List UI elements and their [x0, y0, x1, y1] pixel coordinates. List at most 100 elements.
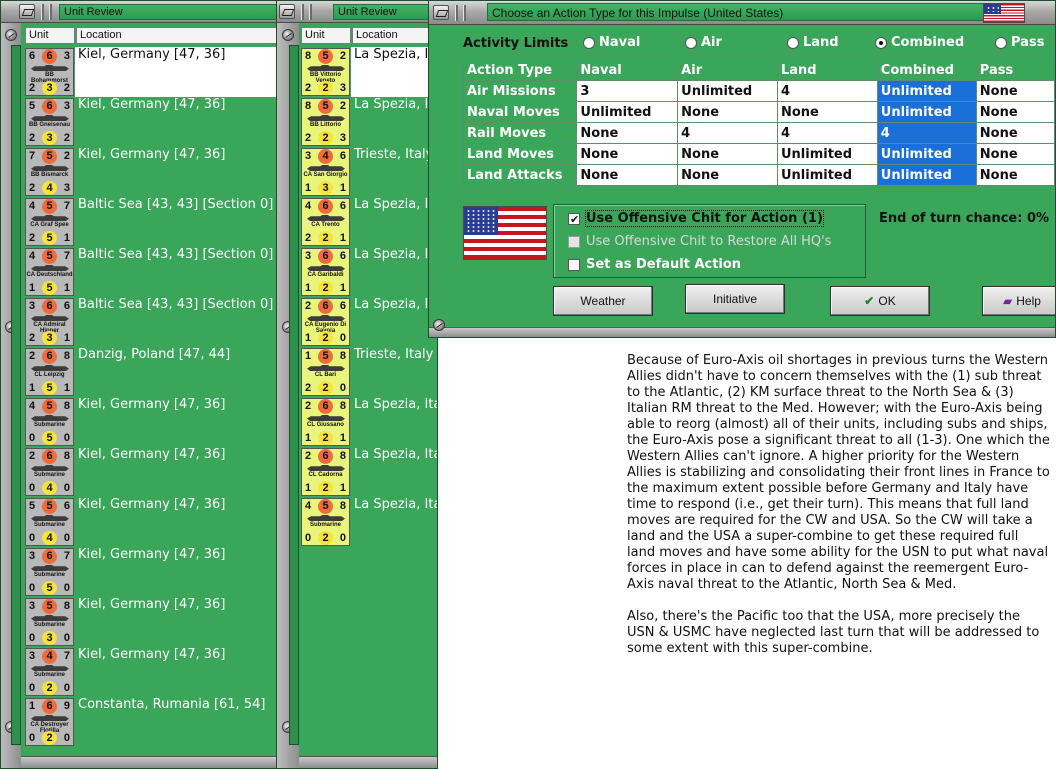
unit-row[interactable]: 3 4 7 Submarine 0 2 0 Kiel, Germany [47, 36]	[25, 647, 278, 697]
unit-row[interactable]: 458 Submarine 020 La Spezia, Italy [63, 35]	[301, 497, 437, 547]
unit-row[interactable]: 8 5 2 BB Littorio 2 2 3 La Spezia, I	[301, 97, 437, 147]
unit-counter[interactable]: 3 4 7 Submarine 0 2 0	[25, 648, 74, 696]
unit-counter[interactable]: 366CA Admiral Hipper231	[25, 298, 74, 346]
counter-value: 3	[29, 300, 36, 312]
unit-counter[interactable]: 8 5 2 BB Littorio 2 2 3	[301, 98, 350, 146]
unit-row[interactable]: 5 5 6 Submarine 0 4 0 Kiel, Germany [47, 36]	[25, 497, 278, 547]
unit-counter[interactable]: 4 6 6 CA Trento 2 2 1	[301, 198, 350, 246]
help-button[interactable]: ▰ Help	[982, 286, 1055, 316]
radio-combined[interactable]: Combined	[873, 34, 964, 52]
unit-row[interactable]: 852BB Vittorio Veneto223La Spezia, I	[301, 47, 437, 97]
unit-counter[interactable]: 3 5 8 Submarine 0 3 0	[25, 598, 74, 646]
unit-counter[interactable]: 4 5 8 Submarine 0 2 0	[301, 498, 350, 546]
unit-counter[interactable]: 663BB Bohammorst232	[25, 48, 74, 96]
unit-row[interactable]: 268CL Cadorna121La Spezia, Italy [63, 35…	[301, 447, 437, 497]
left-scrollbar[interactable]	[11, 45, 21, 745]
counter-value: 2	[63, 150, 70, 162]
unit-counter[interactable]: 2 6 8 Submarine 0 4 0	[25, 448, 74, 496]
counter-value: 2	[305, 300, 312, 312]
unit-counter[interactable]: 7 5 2 BB Bismarck 2 4 3	[25, 148, 74, 196]
default-action-option[interactable]: Set as Default Action	[568, 256, 741, 274]
unit-location: La Spezia, I	[354, 197, 429, 212]
default-action-checkbox[interactable]	[568, 259, 580, 271]
unit-counter[interactable]: 266CA Eugenio Di Savoia120	[301, 298, 350, 346]
unit-row[interactable]: 2 6 8 Submarine 0 4 0 Kiel, Germany [47, 36]	[25, 447, 278, 497]
counter-value: 8	[63, 400, 70, 412]
unit-row[interactable]: 169CA Destroyer Flotilla020 Constanta, Ru…	[25, 697, 278, 747]
unit-row[interactable]: 3 5 8 Submarine 0 3 0 Kiel, Germany [47, 36]	[25, 597, 278, 647]
unit-name: BB Gneisenau	[28, 122, 70, 128]
unit-counter[interactable]: 5 6 3 BB Gneisenau 2 3 2	[25, 98, 74, 146]
unit-row[interactable]: 4 5 7 CA Deutschland 1 5 1 Baltic Sea [43, 43] …	[25, 247, 278, 297]
column-header-location[interactable]: Location	[76, 27, 279, 44]
unit-row[interactable]: 4 6 6 CA Trento 2 2 1 La Spezia, I	[301, 197, 437, 247]
unit-row[interactable]: 268CL Giussano121 La Spezia, Italy [63, 3…	[301, 397, 437, 447]
horizontal-scrollbar[interactable]	[21, 756, 287, 768]
radio-naval-button[interactable]	[583, 37, 595, 49]
ship-icon	[307, 315, 345, 321]
counter-value: 1	[63, 282, 70, 294]
radio-pass-button[interactable]	[995, 37, 1007, 49]
column-header-location[interactable]: Location	[352, 27, 437, 44]
unit-counter[interactable]: 4 5 8 Submarine 0 5 0	[25, 398, 74, 446]
unit-counter[interactable]: 2 6 8 CL Leipzig 1 5 1	[25, 348, 74, 396]
left-scrollbar[interactable]	[289, 45, 299, 745]
column-header-unit[interactable]: Unit	[301, 27, 351, 44]
unit-row[interactable]: 3 6 6 CA Garibaldi 1 2 1 La Spezia, I	[301, 247, 437, 297]
table-row: Air Missions 3 Unlimited 4 Unlimited Non…	[462, 80, 1055, 102]
counter-value: 5	[42, 581, 57, 595]
radio-naval[interactable]: Naval	[581, 34, 640, 52]
ship-icon	[31, 115, 69, 121]
counter-value: 2	[29, 350, 36, 362]
offensive-chit-checkbox[interactable]	[568, 211, 580, 229]
unit-counter[interactable]: 5 5 6 Submarine 0 4 0	[25, 498, 74, 546]
counter-value: 6	[42, 349, 57, 364]
unit-counter[interactable]: 3 6 7 Submarine 0 5 0	[25, 548, 74, 596]
turn-notes-pane: Because of Euro-Axis oil shortages in pr…	[620, 338, 1056, 769]
header-land: Land	[776, 59, 878, 81]
unit-row[interactable]: 158CL Bari220Trieste, Italy [60, 39]	[301, 347, 437, 397]
unit-row[interactable]: 2 6 8 CL Leipzig 1 5 1 Danzig, Poland [47, 44]	[25, 347, 278, 397]
unit-counter[interactable]: 1 5 8 CL Bari 2 2 0	[301, 348, 350, 396]
unit-name: CA Garibaldi	[307, 272, 344, 278]
unit-row[interactable]: 4 5 8 Submarine 0 5 0 Kiel, Germany [47, 36]	[25, 397, 278, 447]
unit-row[interactable]: 663BB Bohammorst232Kiel, Germany [47, 36…	[25, 47, 278, 97]
unit-counter[interactable]: 852BB Vittorio Veneto223	[301, 48, 350, 96]
unit-counter[interactable]: 3 4 6 CA San Giorgio 1 3 1	[301, 148, 350, 196]
unit-row[interactable]: 5 6 3 BB Gneisenau 2 3 2 Kiel, Germany [47, 36]	[25, 97, 278, 147]
unit-counter[interactable]: 4 5 7 CA Deutschland 1 5 1	[25, 248, 74, 296]
weather-button[interactable]: Weather	[553, 286, 653, 316]
ship-icon	[307, 215, 345, 221]
unit-row[interactable]: 4 5 7 CA Graf Spee 2 5 1 Baltic Sea [43, 43] [S…	[25, 197, 278, 247]
unit-counter[interactable]: 4 5 7 CA Graf Spee 2 5 1	[25, 198, 74, 246]
table-cell-selected: Unlimited	[876, 80, 977, 102]
unit-row[interactable]: 266CA Eugenio Di Savoia120 La Spezia, I	[301, 297, 437, 347]
unit-row[interactable]: 7 5 2 BB Bismarck 2 4 3 Kiel, Germany [47, 36]	[25, 147, 278, 197]
column-header-unit[interactable]: Unit	[25, 27, 75, 44]
unit-counter[interactable]: 2 6 8 CL Cadorna 1 2 1	[301, 448, 350, 496]
unit-row[interactable]: 3 4 6 CA San Giorgio 1 3 1 Trieste, Italy	[301, 147, 437, 197]
unit-name: CA Trento	[311, 222, 340, 228]
radio-air[interactable]: Air	[683, 34, 722, 52]
radio-pass[interactable]: Pass	[993, 34, 1044, 52]
unit-counter[interactable]: 169CA Destroyer Flotilla020	[25, 698, 74, 746]
unit-counter[interactable]: 3 6 6 CA Garibaldi 1 2 1	[301, 248, 350, 296]
radio-land[interactable]: Land	[785, 34, 839, 52]
unit-row[interactable]: 3 6 7 Submarine 0 5 0 Kiel, Germany [47, 36]	[25, 547, 278, 597]
window-menu-icon[interactable]	[19, 4, 35, 19]
radio-land-button[interactable]	[787, 37, 799, 49]
unit-row[interactable]: 366CA Admiral Hipper231 Baltic Sea [43, 4…	[25, 297, 278, 347]
ok-button[interactable]: ✔ OK	[830, 286, 930, 316]
initiative-button[interactable]: Initiative	[685, 284, 785, 314]
offensive-chit-option[interactable]: Use Offensive Chit for Action (1)	[568, 210, 824, 229]
unit-location: La Spezia, Italy [63, 35]	[354, 397, 437, 412]
window-menu-icon[interactable]	[279, 4, 295, 19]
radio-air-button[interactable]	[685, 37, 697, 49]
counter-value: 2	[29, 232, 36, 244]
window-menu-icon[interactable]	[433, 5, 449, 20]
unit-counter[interactable]: 2 6 8 CL Giussano 1 2 1	[301, 398, 350, 446]
horizontal-scrollbar[interactable]	[299, 756, 437, 768]
unit-location: Kiel, Germany [47, 36]	[78, 147, 226, 162]
radio-combined-button[interactable]	[875, 37, 887, 49]
unit-name: CA San Giorgio	[303, 172, 348, 178]
